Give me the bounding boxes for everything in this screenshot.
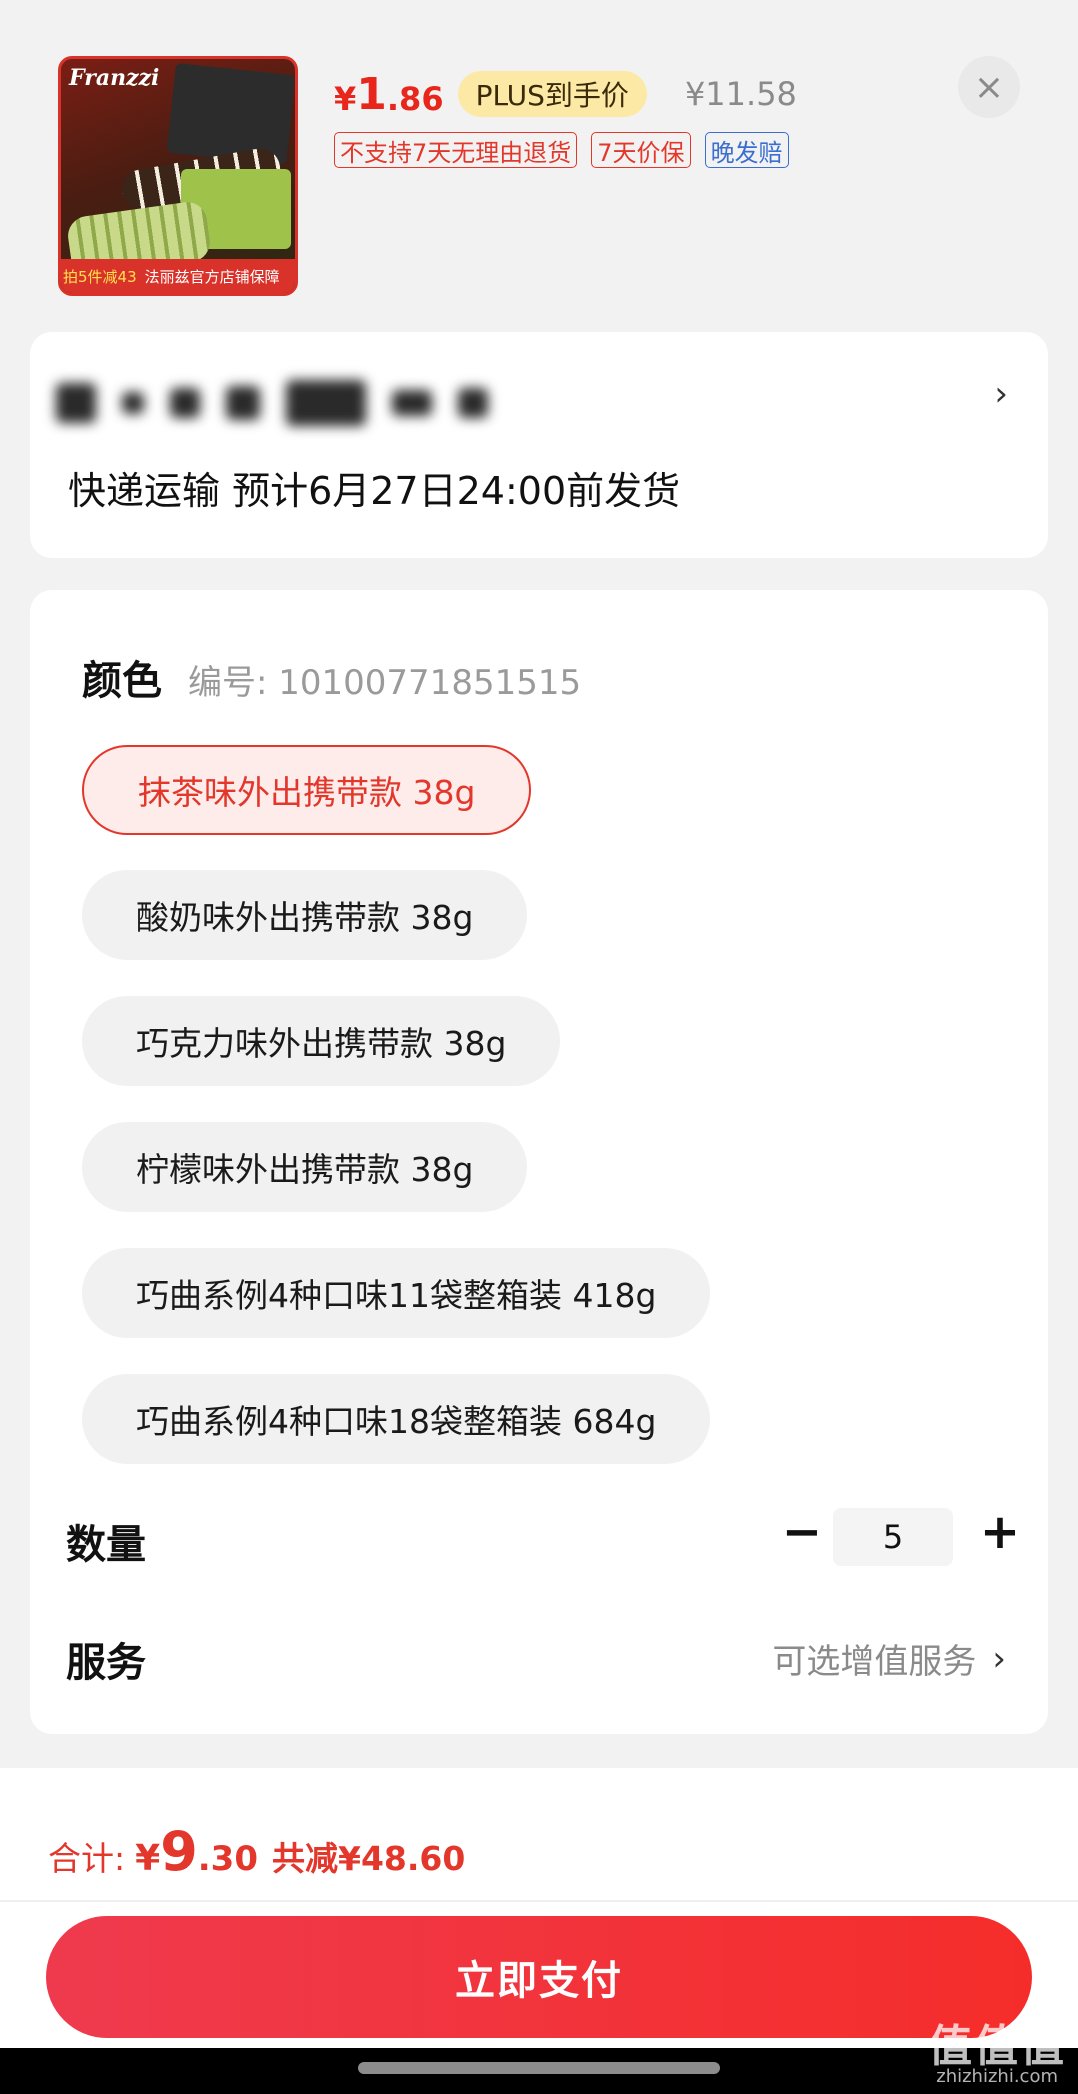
spec-card: 颜色 编号: 10100771851515 抹茶味外出携带款 38g 酸奶味外出… — [30, 590, 1048, 1734]
option-matcha[interactable]: 抹茶味外出携带款 38g — [82, 745, 532, 835]
chevron-right-icon: › — [994, 374, 1008, 414]
shipping-estimate: 快递运输 预计6月27日24:00前发货 — [68, 469, 681, 513]
thumb-store: 法丽兹官方店铺保障 — [144, 267, 280, 286]
thumb-brand: Franzzi — [69, 65, 160, 91]
service-label: 服务 — [66, 1640, 146, 1686]
total-discount: 共减¥48.60 — [272, 1839, 466, 1878]
thumb-footer-strip: 拍5件减43 法丽兹官方店铺保障 — [61, 259, 295, 293]
close-button[interactable]: × — [958, 56, 1020, 118]
address-card[interactable]: › 快递运输 预计6月27日24:00前发货 — [30, 332, 1048, 558]
checkout-bar: 合计: ¥ 9 .30 共减¥48.60 立即支付 — [0, 1768, 1078, 2094]
thumb-pack-dark — [166, 62, 295, 166]
spec-header: 颜色 编号: 10100771851515 — [82, 648, 581, 706]
spec-title: 颜色 — [82, 658, 162, 704]
tag-price-protect: 7天价保 — [591, 132, 691, 168]
total-price: 合计: ¥ 9 .30 共减¥48.60 — [48, 1820, 465, 1883]
chevron-right-icon: › — [992, 1638, 1006, 1679]
price-decimal: .86 — [386, 80, 444, 118]
price-currency: ¥ — [334, 80, 357, 118]
quantity-label: 数量 — [66, 1522, 146, 1568]
option-chocolate[interactable]: 巧克力味外出携带款 38g — [82, 996, 561, 1086]
service-tags: 不支持7天无理由退货 7天价保 晚发赔 — [334, 132, 789, 168]
tag-no-return: 不支持7天无理由退货 — [334, 132, 578, 168]
total-currency: ¥ — [135, 1838, 161, 1879]
sku-number: 编号: 10100771851515 — [188, 663, 582, 703]
service-selector[interactable]: 可选增值服务 › — [772, 1634, 1006, 1683]
product-header: Franzzi 拍5件减43 法丽兹官方店铺保障 ¥ 1 .86 PLUS到手价… — [0, 0, 1078, 320]
quantity-decrease-button[interactable]: − — [776, 1502, 828, 1562]
close-icon: × — [973, 66, 1005, 108]
product-thumbnail[interactable]: Franzzi 拍5件减43 法丽兹官方店铺保障 — [58, 56, 298, 296]
watermark-url: zhizhizhi.com — [936, 2066, 1058, 2087]
original-price: ¥11.58 — [684, 75, 797, 113]
price-row: ¥ 1 .86 PLUS到手价 ¥11.58 — [334, 64, 797, 124]
plus-price-badge: PLUS到手价 — [457, 71, 647, 117]
quantity-increase-button[interactable]: + — [974, 1502, 1026, 1562]
option-yogurt[interactable]: 酸奶味外出携带款 38g — [82, 870, 528, 960]
price-integer: 1 — [356, 68, 387, 120]
watermark: 值值值 — [928, 2021, 1066, 2072]
thumb-promo: 拍5件减43 — [63, 267, 137, 286]
address-redacted — [56, 376, 496, 430]
total-integer: 9 — [160, 1820, 198, 1883]
quantity-input[interactable]: 5 — [833, 1508, 953, 1566]
service-value: 可选增值服务 — [772, 1642, 977, 1682]
option-lemon[interactable]: 柠檬味外出携带款 38g — [82, 1122, 528, 1212]
option-box-18[interactable]: 巧曲系例4种口味18袋整箱装 684g — [82, 1374, 711, 1464]
total-decimal: .30 — [197, 1839, 258, 1879]
divider — [0, 1900, 1078, 1902]
total-label: 合计: — [48, 1839, 126, 1878]
home-indicator[interactable] — [358, 2062, 720, 2074]
pay-now-button[interactable]: 立即支付 — [46, 1916, 1032, 2038]
tag-late-compensation: 晚发赔 — [704, 132, 789, 168]
option-box-11[interactable]: 巧曲系例4种口味11袋整箱装 418g — [82, 1248, 711, 1338]
